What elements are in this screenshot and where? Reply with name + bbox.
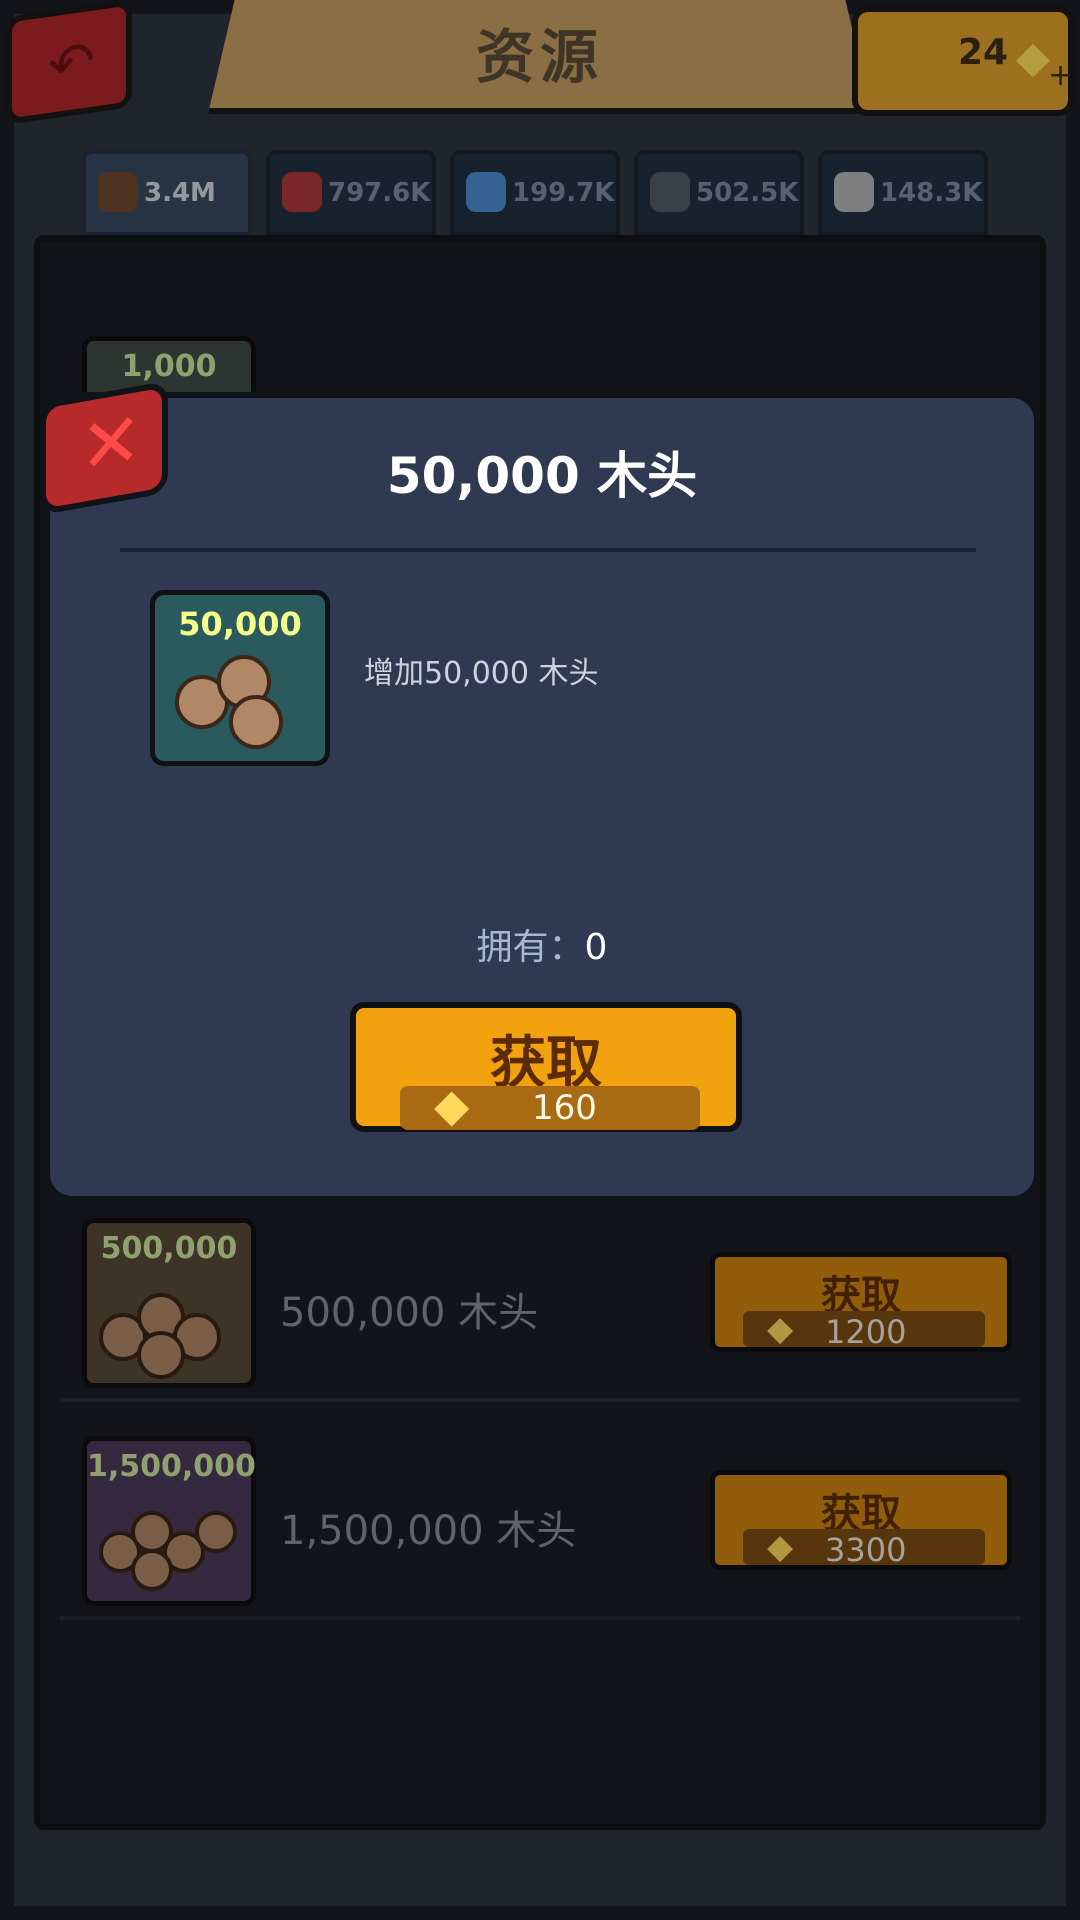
gem-icon: ◆ xyxy=(434,1078,470,1132)
owned-value: 0 xyxy=(584,927,608,968)
owned-label: 拥有： xyxy=(476,927,585,968)
modal-title: 50,000 木头 xyxy=(386,447,698,505)
close-modal-button[interactable]: ✕ xyxy=(40,380,168,516)
purchase-modal: 50,000 木头 50,000 增加50,000 木头 拥有：0 获取 ◆ 1… xyxy=(44,392,1040,1202)
reward-card: 50,000 xyxy=(150,590,330,766)
get-button[interactable]: 获取 ◆ 160 xyxy=(350,1002,742,1132)
reward-description: 增加50,000 木头 xyxy=(364,656,599,691)
modal-divider xyxy=(120,548,976,552)
cost-value: 160 xyxy=(532,1088,597,1128)
owned-count: 拥有：0 xyxy=(50,918,1034,970)
close-icon: ✕ xyxy=(80,395,143,493)
reward-card-label: 50,000 xyxy=(178,605,302,643)
logs-icon xyxy=(167,645,307,749)
